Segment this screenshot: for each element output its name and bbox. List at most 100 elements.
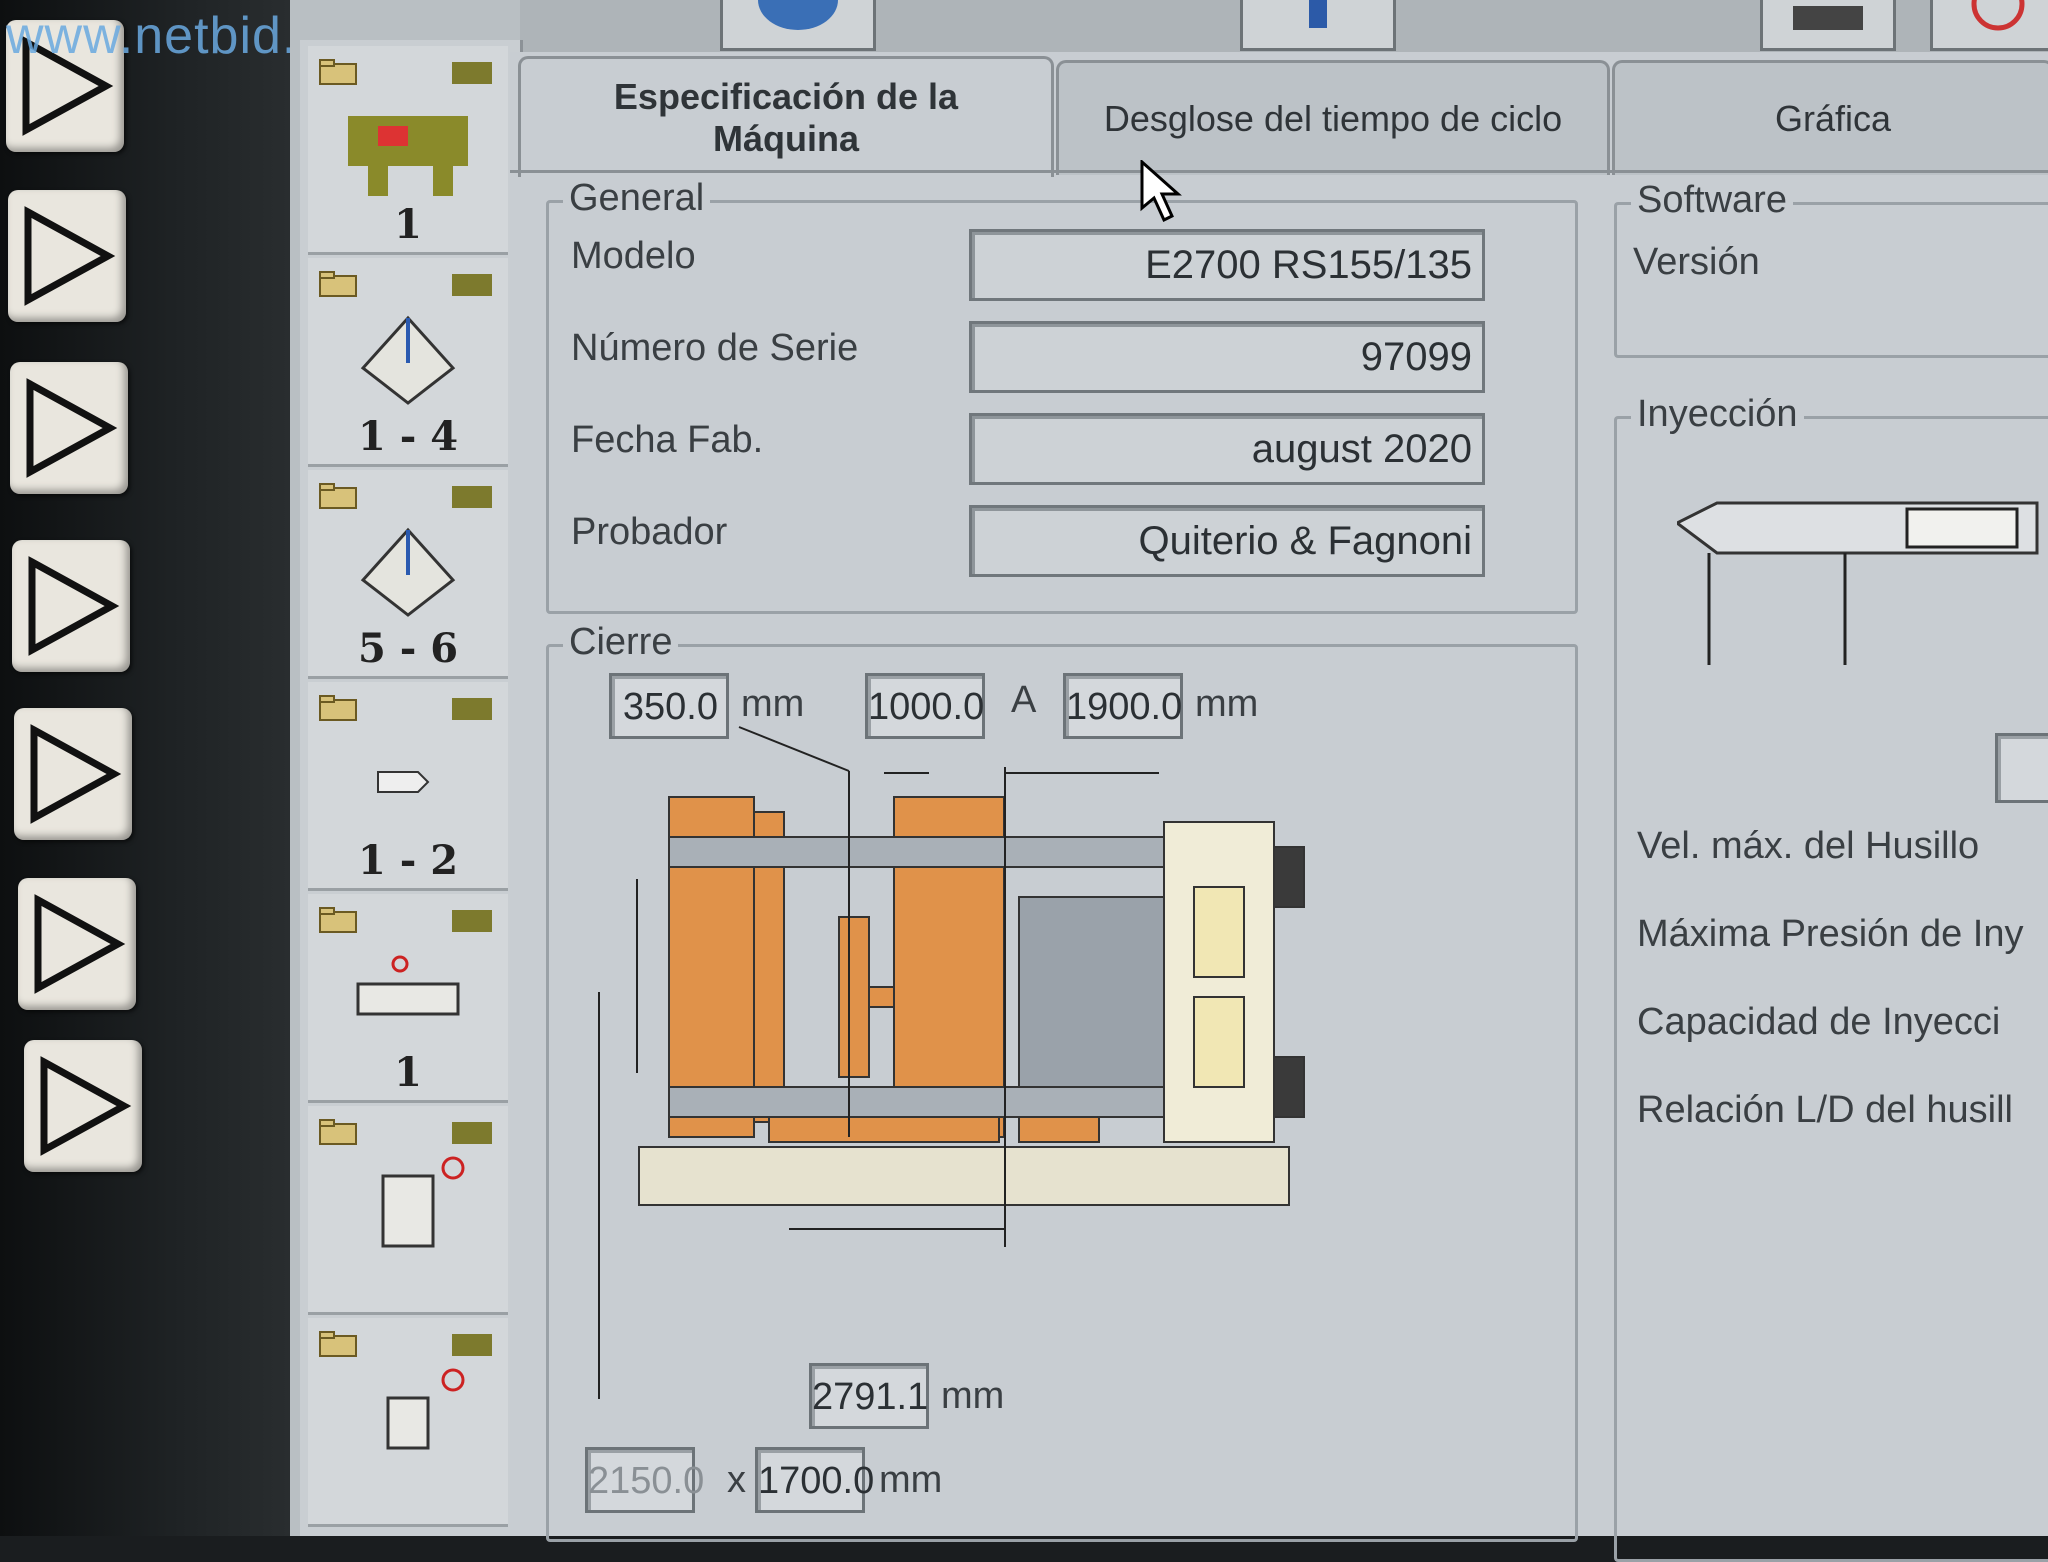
machine-icon (348, 116, 468, 196)
mini-machine-icon (452, 274, 492, 296)
play-triangle-icon (24, 206, 116, 306)
ejector-icon (381, 1156, 465, 1248)
fecha-label: Fecha Fab. (571, 419, 764, 461)
machine-length-field[interactable]: 2791.1 (809, 1363, 929, 1429)
injection-value-field[interactable]: 66 (1995, 733, 2048, 803)
general-group: General Modelo E2700 RS155/135 Número de… (546, 177, 1578, 614)
mini-machine-icon (452, 486, 492, 508)
mouse-cursor-icon (1140, 160, 1182, 223)
unit-label: mm (741, 683, 805, 725)
sidebar-item-3[interactable]: 5 - 6 (308, 470, 508, 679)
sidebar-item-5[interactable]: 1 (308, 894, 508, 1103)
folder-icon (319, 271, 357, 297)
tab-label: Gráfica (1774, 98, 1892, 139)
mini-machine-icon (452, 698, 492, 720)
opening-stroke-field[interactable]: 350.0 (609, 673, 729, 739)
vel-max-label: Vel. máx. del Husillo (1637, 825, 1980, 867)
globe-button[interactable] (720, 0, 876, 51)
sidebar-item-2[interactable]: 1 - 4 (308, 258, 508, 467)
hardware-key-5[interactable] (14, 708, 132, 840)
sidebar-item-number: 1 - 4 (357, 413, 459, 460)
mini-machine-icon (452, 1334, 492, 1356)
play-triangle-icon (30, 724, 122, 824)
folder-icon (319, 483, 357, 509)
tab-graph[interactable]: Gráfica (1612, 60, 2048, 175)
times-sign: x (727, 1459, 746, 1501)
tab-label: Desglose del tiempo de ciclo (1103, 98, 1563, 139)
alarm-icon (1971, 0, 2025, 31)
machine-small-icon (1793, 6, 1863, 30)
folder-icon (319, 1119, 357, 1145)
tab-machine-spec[interactable]: Especificación de la Máquina (518, 56, 1054, 177)
software-group: Software Versión (1614, 179, 2048, 358)
clamp-diagram (598, 726, 1305, 1399)
modelo-field[interactable]: E2700 RS155/135 (969, 229, 1485, 301)
side-toolbar: 1 1 - 4 5 - 6 1 - 2 1 (300, 40, 523, 1536)
sidebar-item-7[interactable] (308, 1318, 508, 1527)
unit-label: mm (1195, 683, 1259, 725)
hardware-key-3[interactable] (10, 362, 128, 494)
probador-label: Probador (571, 511, 728, 553)
machine-button[interactable] (1760, 0, 1896, 51)
unit-label: mm (879, 1459, 943, 1501)
capacity-label: Capacidad de Inyecci (1637, 1001, 2001, 1043)
main-content: Especificación de la Máquina Desglose de… (510, 52, 2048, 1562)
pen-icon (1309, 0, 1327, 28)
robot-icon (386, 1368, 465, 1450)
hardware-key-4[interactable] (12, 540, 130, 672)
tab-label-line2: Máquina (712, 118, 859, 159)
folder-icon (319, 59, 357, 85)
core-pull-icon (360, 527, 456, 617)
group-title: General (563, 177, 711, 220)
play-triangle-icon (34, 894, 126, 994)
play-triangle-icon (26, 378, 118, 478)
sidebar-item-number: 1 (394, 1049, 422, 1096)
platen-width-field[interactable]: 2150.0 (585, 1447, 704, 1513)
version-label: Versión (1633, 241, 1760, 283)
max-pressure-label: Máxima Presión de Iny (1637, 913, 2024, 955)
top-toolbar (520, 0, 2048, 52)
sidebar-item-number: 1 (394, 201, 422, 248)
mini-machine-icon (452, 910, 492, 932)
mini-machine-icon (452, 62, 492, 84)
folder-icon (319, 1331, 357, 1357)
hardware-key-2[interactable] (8, 190, 126, 322)
modelo-label: Modelo (571, 235, 696, 277)
group-title: Inyección (1631, 393, 1804, 436)
range-separator: A (1011, 679, 1037, 721)
tab-cycle-time[interactable]: Desglose del tiempo de ciclo (1056, 60, 1610, 175)
hardware-key-7[interactable] (24, 1040, 142, 1172)
mould-height-max-field[interactable]: 1900.0 (1063, 673, 1183, 739)
serie-field[interactable]: 97099 (969, 321, 1485, 393)
sidebar-item-number: 1 - 2 (357, 837, 459, 884)
air-blow-icon (377, 771, 430, 793)
injection-group: Inyección 66 Vel. máx. del Husillo Máxim… (1614, 393, 2048, 1562)
fecha-field[interactable]: august 2020 (969, 413, 1485, 485)
globe-icon (758, 0, 838, 30)
ld-ratio-label: Relación L/D del husill (1637, 1089, 2013, 1131)
alarm-button[interactable] (1930, 0, 2048, 51)
sidebar-item-number: 5 - 6 (357, 625, 459, 672)
unit-label: mm (941, 1375, 1005, 1417)
sidebar-item-1[interactable]: 1 (308, 46, 508, 255)
mould-height-min-field[interactable]: 1000.0 (865, 673, 985, 739)
play-triangle-icon (40, 1056, 132, 1156)
sidebar-item-4[interactable]: 1 - 2 (308, 682, 508, 891)
hardware-key-6[interactable] (18, 878, 136, 1010)
platen-height-field[interactable]: 1700.0 (755, 1447, 874, 1513)
nozzle-diagram (1677, 501, 2039, 665)
mini-machine-icon (452, 1122, 492, 1144)
tab-divider (510, 170, 2048, 173)
pen-button[interactable] (1240, 0, 1396, 51)
play-triangle-icon (28, 556, 120, 656)
group-title: Software (1631, 179, 1793, 222)
tab-label-line1: Especificación de la (613, 76, 959, 117)
folder-icon (319, 907, 357, 933)
folder-icon (319, 695, 357, 721)
probador-field[interactable]: Quiterio & Fagnoni (969, 505, 1485, 577)
sidebar-item-6[interactable] (308, 1106, 508, 1315)
serie-label: Número de Serie (571, 327, 859, 369)
screw-icon (356, 955, 460, 1016)
clamp-group: Cierre 350.0 mm 1000.0 A 1900.0 mm 2791.… (546, 621, 1578, 1542)
core-pull-icon (360, 315, 456, 405)
